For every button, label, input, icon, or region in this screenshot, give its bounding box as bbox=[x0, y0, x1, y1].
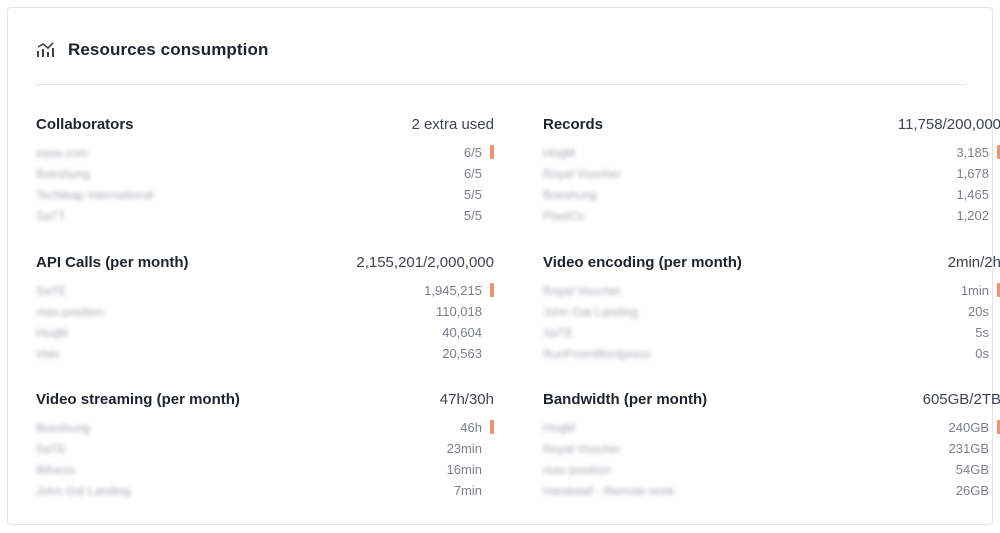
row-name: Royal Voucher bbox=[543, 441, 622, 456]
section-total: 11,758/200,000 bbox=[897, 116, 1000, 133]
section-total: 47h/30h bbox=[439, 391, 494, 408]
usage-row: RunFromWordpress 0s bbox=[543, 343, 1000, 364]
row-name: HoqM bbox=[36, 325, 69, 340]
usage-row: Techleap International 5/5 bbox=[36, 184, 494, 205]
usage-row: HoqM 3,185 bbox=[543, 142, 1000, 163]
usage-row: John Gat Landing 20s bbox=[543, 301, 1000, 322]
usage-row: Bifness 16min bbox=[36, 459, 494, 480]
row-value: 240GB bbox=[948, 420, 989, 435]
row-value: 40,604 bbox=[442, 325, 482, 340]
row-value: 20s bbox=[968, 304, 989, 319]
over-limit-marker bbox=[490, 420, 494, 434]
row-value: 23min bbox=[446, 441, 482, 456]
usage-row: Boeshung 46h bbox=[36, 417, 494, 438]
row-name: HoqM bbox=[543, 145, 576, 160]
section-total: 2min/2h bbox=[947, 254, 1000, 271]
over-limit-marker bbox=[490, 145, 494, 159]
row-name: Velo bbox=[36, 346, 60, 361]
row-name: Handstall - Remote work bbox=[543, 483, 675, 498]
usage-row: Royal Voucher 231GB bbox=[543, 438, 1000, 459]
row-name: Boeshung bbox=[36, 166, 91, 181]
row-name: Bifness bbox=[36, 462, 76, 477]
row-value: 16min bbox=[446, 462, 482, 477]
row-name: PixelCo bbox=[543, 208, 585, 223]
section-title: API Calls (per month) bbox=[36, 254, 189, 271]
row-name: ease.com bbox=[36, 145, 89, 160]
section-bandwidth: Bandwidth (per month) 605GB/2TB HoqM 240… bbox=[543, 391, 1000, 501]
usage-row: Velo 20,563 bbox=[36, 343, 494, 364]
usage-row: HoqM 40,604 bbox=[36, 322, 494, 343]
row-value: 5s bbox=[975, 325, 989, 340]
row-value: 1min bbox=[960, 283, 989, 298]
header-divider bbox=[36, 84, 966, 85]
usage-row: Handstall - Remote work 26GB bbox=[543, 480, 1000, 501]
resources-card: Resources consumption Collaborators 2 ex… bbox=[7, 7, 1000, 525]
usage-row: SaTE 23min bbox=[36, 438, 494, 459]
row-value: 3,185 bbox=[956, 145, 989, 160]
row-name: Boeshung bbox=[36, 420, 91, 435]
page-title: Resources consumption bbox=[68, 40, 269, 59]
row-value: 1,202 bbox=[956, 208, 989, 223]
row-value: 6/5 bbox=[463, 145, 482, 160]
row-name: Boeshung bbox=[543, 187, 598, 202]
row-value: 20,563 bbox=[442, 346, 482, 361]
row-name: SaTT bbox=[36, 208, 66, 223]
usage-row: SaTT 5/5 bbox=[36, 205, 494, 226]
row-name: John Gat Landing bbox=[36, 483, 131, 498]
section-title: Collaborators bbox=[36, 116, 134, 133]
row-name: SaTE bbox=[36, 441, 67, 456]
usage-row: John Gat Landing 7min bbox=[36, 480, 494, 501]
usage-row: SaTE 5s bbox=[543, 322, 1000, 343]
row-value: 5/5 bbox=[463, 208, 482, 223]
usage-row: ease.com 6/5 bbox=[36, 142, 494, 163]
usage-row: SaTE 1,945,215 bbox=[36, 280, 494, 301]
row-name: Royal Voucher bbox=[543, 283, 622, 298]
row-value: 7min bbox=[453, 483, 482, 498]
row-value: 6/5 bbox=[463, 166, 482, 181]
row-name: max-position bbox=[543, 462, 612, 477]
card-header: Resources consumption bbox=[36, 36, 268, 64]
row-value: 231GB bbox=[948, 441, 989, 456]
usage-row: Royal Voucher 1,678 bbox=[543, 163, 1000, 184]
chart-icon bbox=[36, 40, 56, 60]
usage-row: PixelCo 1,202 bbox=[543, 205, 1000, 226]
section-title: Video encoding (per month) bbox=[543, 254, 742, 271]
row-value: 5/5 bbox=[463, 187, 482, 202]
row-value: 46h bbox=[460, 420, 482, 435]
section-title: Bandwidth (per month) bbox=[543, 391, 708, 408]
section-video-streaming: Video streaming (per month) 47h/30h Boes… bbox=[36, 391, 494, 501]
section-video-encoding: Video encoding (per month) 2min/2h Royal… bbox=[543, 254, 1000, 364]
usage-row: HoqM 240GB bbox=[543, 417, 1000, 438]
over-limit-marker bbox=[490, 283, 494, 297]
row-name: SaTE bbox=[543, 325, 574, 340]
section-title: Records bbox=[543, 116, 604, 133]
row-value: 1,678 bbox=[956, 166, 989, 181]
section-title: Video streaming (per month) bbox=[36, 391, 240, 408]
row-name: HoqM bbox=[543, 420, 576, 435]
row-name: RunFromWordpress bbox=[543, 346, 651, 361]
section-records: Records 11,758/200,000 HoqM 3,185 Royal … bbox=[543, 116, 1000, 226]
section-collaborators: Collaborators 2 extra used ease.com 6/5 … bbox=[36, 116, 494, 226]
usage-row: max-position 54GB bbox=[543, 459, 1000, 480]
row-name: max-position bbox=[36, 304, 105, 319]
usage-row: Boeshung 6/5 bbox=[36, 163, 494, 184]
section-total: 2 extra used bbox=[411, 116, 494, 133]
row-value: 1,945,215 bbox=[424, 283, 482, 298]
row-name: Royal Voucher bbox=[543, 166, 622, 181]
row-name: Techleap International bbox=[36, 187, 154, 202]
row-value: 1,465 bbox=[956, 187, 989, 202]
usage-row: Royal Voucher 1min bbox=[543, 280, 1000, 301]
row-value: 26GB bbox=[955, 483, 989, 498]
row-value: 0s bbox=[975, 346, 989, 361]
row-name: SaTE bbox=[36, 283, 67, 298]
usage-row: max-position 110,018 bbox=[36, 301, 494, 322]
row-value: 110,018 bbox=[435, 304, 482, 319]
row-name: John Gat Landing bbox=[543, 304, 638, 319]
row-value: 54GB bbox=[955, 462, 989, 477]
section-api-calls: API Calls (per month) 2,155,201/2,000,00… bbox=[36, 254, 494, 364]
usage-row: Boeshung 1,465 bbox=[543, 184, 1000, 205]
section-total: 2,155,201/2,000,000 bbox=[356, 254, 494, 271]
section-total: 605GB/2TB bbox=[922, 391, 1000, 408]
